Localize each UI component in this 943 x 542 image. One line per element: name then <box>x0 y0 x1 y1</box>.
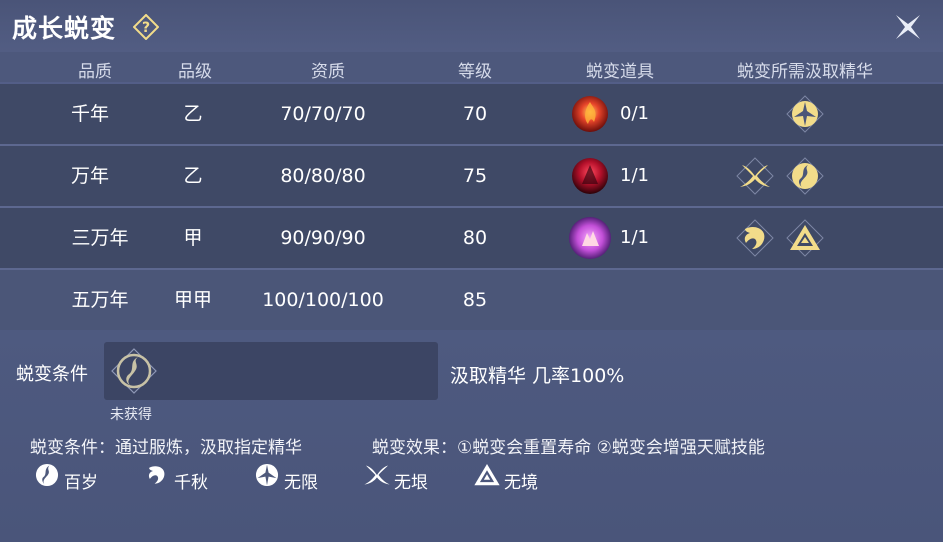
wujing-icon <box>786 219 824 257</box>
header-aptitude: 资质 <box>311 62 345 82</box>
baisui-slot-icon <box>111 348 157 394</box>
wujing-icon <box>474 463 500 486</box>
level-cell: 75 <box>462 165 488 187</box>
level-cell: 70 <box>462 103 488 125</box>
condition-description: 蜕变条件：通过服炼，汲取指定精华 <box>30 438 302 458</box>
legend-label: 无垠 <box>394 473 428 493</box>
help-icon[interactable]: ? <box>133 14 159 40</box>
grade-cell: 乙 <box>183 103 203 125</box>
table-row: 万年 乙 80/80/80 75 1/1 <box>0 146 943 206</box>
slot-status: 未获得 <box>110 407 152 423</box>
qianqiu-icon <box>148 466 165 484</box>
header-level: 等级 <box>458 62 492 82</box>
wuxian-icon <box>255 463 279 487</box>
effect-description: 蜕变效果：①蜕变会重置寿命 ②蜕变会增强天赋技能 <box>372 438 765 458</box>
wuyin-icon <box>364 465 390 485</box>
level-cell: 80 <box>462 227 488 249</box>
quality-cell: 万年 <box>70 165 109 187</box>
baisui-icon <box>35 463 59 487</box>
qianqiu-icon <box>736 219 774 257</box>
baisui-icon <box>786 157 824 195</box>
aptitude-cell: 100/100/100 <box>262 289 384 311</box>
quality-cell: 五万年 <box>71 289 129 311</box>
evolution-item-icon[interactable] <box>570 156 610 196</box>
aptitude-cell: 90/90/90 <box>280 227 366 249</box>
legend-label: 无境 <box>504 473 538 493</box>
evolution-item-icon[interactable] <box>570 94 610 134</box>
close-icon[interactable] <box>892 11 924 43</box>
condition-label: 蜕变条件 <box>16 364 88 385</box>
wuyin-icon <box>736 157 774 195</box>
evolution-panel: 成长蜕变 ? 品质 品级 资质 等级 蜕变道具 蜕变所需汲取精华 千年 乙 70… <box>0 0 943 542</box>
quality-cell: 千年 <box>70 103 109 125</box>
level-cell: 85 <box>462 289 488 311</box>
table-row: 五万年 甲甲 100/100/100 85 <box>0 270 943 330</box>
item-count: 0/1 <box>620 103 649 124</box>
svg-text:?: ? <box>142 20 150 36</box>
essence-slot[interactable] <box>104 342 438 400</box>
item-count: 1/1 <box>620 165 649 186</box>
header-evolution-item: 蜕变道具 <box>586 62 654 82</box>
header-required-essence: 蜕变所需汲取精华 <box>737 62 873 82</box>
evolution-table: 品质 品级 资质 等级 蜕变道具 蜕变所需汲取精华 千年 乙 70/70/70 … <box>0 52 943 330</box>
aptitude-cell: 80/80/80 <box>280 165 366 187</box>
table-row: 三万年 甲 90/90/90 80 1/1 <box>0 208 943 268</box>
grade-cell: 甲 <box>183 227 203 249</box>
table-header: 品质 品级 资质 等级 蜕变道具 蜕变所需汲取精华 <box>0 52 943 82</box>
grade-cell: 乙 <box>183 165 203 187</box>
grade-cell: 甲甲 <box>173 289 212 311</box>
window-title: 成长蜕变 <box>12 14 117 43</box>
header-grade: 品级 <box>178 62 212 82</box>
wuxian-icon <box>786 95 824 133</box>
title-bar: 成长蜕变 ? <box>0 0 943 52</box>
header-quality: 品质 <box>78 62 112 82</box>
legend-label: 千秋 <box>174 473 208 493</box>
table-row: 千年 乙 70/70/70 70 0/1 <box>0 84 943 144</box>
evolution-item-icon[interactable] <box>567 215 613 261</box>
legend-label: 无限 <box>284 473 318 493</box>
legend-label: 百岁 <box>64 473 98 493</box>
aptitude-cell: 70/70/70 <box>280 103 366 125</box>
item-count: 1/1 <box>620 227 649 248</box>
extraction-rate: 汲取精华 几率100% <box>450 365 625 387</box>
quality-cell: 三万年 <box>71 227 129 249</box>
